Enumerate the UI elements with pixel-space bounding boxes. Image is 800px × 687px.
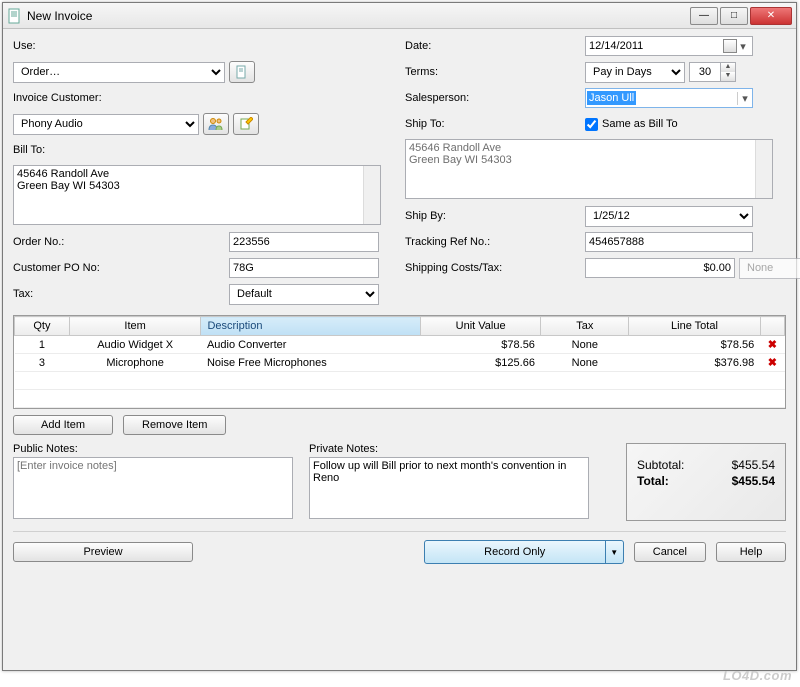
col-item[interactable]: Item [69, 317, 201, 336]
ship-by-select[interactable]: 1/25/12 [585, 206, 753, 227]
same-as-bill-label: Same as Bill To [602, 118, 678, 130]
minimize-button[interactable]: — [690, 7, 718, 25]
terms-days-input[interactable] [689, 62, 721, 82]
edit-icon [239, 117, 253, 131]
date-input[interactable]: 12/14/2011 ▾ [585, 36, 753, 56]
ship-by-label: Ship By: [405, 210, 585, 222]
ship-cost-input[interactable] [585, 258, 735, 278]
watermark: LO4D.com [723, 668, 792, 683]
salesperson-select[interactable]: Jason Ull ▾ [585, 88, 753, 108]
terms-label: Terms: [405, 66, 585, 78]
private-notes-textarea[interactable]: Follow up will Bill prior to next month'… [309, 457, 589, 519]
chevron-down-icon[interactable]: ▼ [605, 541, 623, 563]
spin-down-icon[interactable]: ▼ [721, 72, 735, 81]
record-button[interactable]: Record Only ▼ [424, 540, 624, 564]
chevron-down-icon[interactable]: ▾ [737, 92, 752, 105]
total-label: Total: [637, 474, 669, 488]
customer-label: Invoice Customer: [13, 92, 113, 104]
chevron-down-icon[interactable]: ▾ [737, 40, 749, 53]
document-icon [235, 65, 249, 79]
salesperson-value: Jason Ull [587, 91, 636, 105]
calendar-icon[interactable] [723, 39, 737, 53]
ship-cost-tax-select: None [739, 258, 800, 279]
table-row[interactable] [15, 390, 785, 408]
bill-to-textarea[interactable]: 45646 Randoll Ave Green Bay WI 54303 [13, 165, 381, 225]
left-column: Use: Order… Invoice Customer: Phony Audi… [13, 35, 381, 309]
table-row[interactable] [15, 372, 785, 390]
bill-to-text: 45646 Randoll Ave Green Bay WI 54303 [17, 168, 377, 192]
close-button[interactable]: ✕ [750, 7, 792, 25]
subtotal-value: $455.54 [732, 458, 775, 472]
col-description[interactable]: Description [201, 317, 420, 336]
cancel-button[interactable]: Cancel [634, 542, 706, 562]
col-qty[interactable]: Qty [15, 317, 70, 336]
preview-button[interactable]: Preview [13, 542, 193, 562]
use-label: Use: [13, 40, 113, 52]
line-items-grid[interactable]: Qty Item Description Unit Value Tax Line… [13, 315, 786, 409]
ship-to-textarea: 45646 Randoll Ave Green Bay WI 54303 [405, 139, 773, 199]
grid-header-row: Qty Item Description Unit Value Tax Line… [15, 317, 785, 336]
add-item-button[interactable]: Add Item [13, 415, 113, 435]
customer-edit-button[interactable] [233, 113, 259, 135]
window-content: Use: Order… Invoice Customer: Phony Audi… [3, 29, 796, 670]
window-title: New Invoice [27, 9, 688, 23]
use-select[interactable]: Order… [13, 62, 225, 83]
table-row[interactable]: 1 Audio Widget X Audio Converter $78.56 … [15, 336, 785, 354]
ship-cost-label: Shipping Costs/Tax: [405, 262, 585, 274]
spin-up-icon[interactable]: ▲ [721, 63, 735, 72]
col-tax[interactable]: Tax [541, 317, 629, 336]
delete-row-icon[interactable]: ✖ [760, 336, 784, 354]
totals-panel: Subtotal: $455.54 Total: $455.54 [626, 443, 786, 521]
private-notes-label: Private Notes: [309, 443, 589, 455]
window-frame: New Invoice — □ ✕ Use: Order… Invoice Cu… [2, 2, 797, 671]
tracking-label: Tracking Ref No.: [405, 236, 585, 248]
col-unit-value[interactable]: Unit Value [420, 317, 541, 336]
po-label: Customer PO No: [13, 262, 229, 274]
scrollbar[interactable] [363, 166, 380, 224]
scrollbar [755, 140, 772, 198]
col-delete [760, 317, 784, 336]
bill-to-label: Bill To: [13, 144, 113, 156]
date-label: Date: [405, 40, 585, 52]
salesperson-label: Salesperson: [405, 92, 585, 104]
order-no-label: Order No.: [13, 236, 229, 248]
people-icon [208, 117, 224, 131]
delete-row-icon[interactable]: ✖ [760, 354, 784, 372]
maximize-button[interactable]: □ [720, 7, 748, 25]
remove-item-button[interactable]: Remove Item [123, 415, 226, 435]
ship-to-text: 45646 Randoll Ave Green Bay WI 54303 [409, 142, 769, 166]
po-input[interactable] [229, 258, 379, 278]
ship-to-label: Ship To: [405, 118, 585, 130]
table-row[interactable]: 3 Microphone Noise Free Microphones $125… [15, 354, 785, 372]
tax-select[interactable]: Default [229, 284, 379, 305]
title-bar: New Invoice — □ ✕ [3, 3, 796, 29]
tracking-input[interactable] [585, 232, 753, 252]
public-notes-textarea[interactable] [13, 457, 293, 519]
help-button[interactable]: Help [716, 542, 786, 562]
public-notes-label: Public Notes: [13, 443, 293, 455]
tax-label: Tax: [13, 288, 229, 300]
order-no-input[interactable] [229, 232, 379, 252]
app-icon [7, 8, 23, 24]
col-line-total[interactable]: Line Total [629, 317, 761, 336]
customer-select[interactable]: Phony Audio [13, 114, 199, 135]
right-column: Date: 12/14/2011 ▾ Terms: Pay in Days ▲▼ [405, 35, 800, 309]
subtotal-label: Subtotal: [637, 458, 684, 472]
customer-lookup-button[interactable] [203, 113, 229, 135]
use-document-button[interactable] [229, 61, 255, 83]
terms-select[interactable]: Pay in Days [585, 62, 685, 83]
terms-days-stepper[interactable]: ▲▼ [689, 62, 736, 82]
total-value: $455.54 [732, 474, 775, 488]
same-as-bill-checkbox[interactable] [585, 118, 598, 131]
